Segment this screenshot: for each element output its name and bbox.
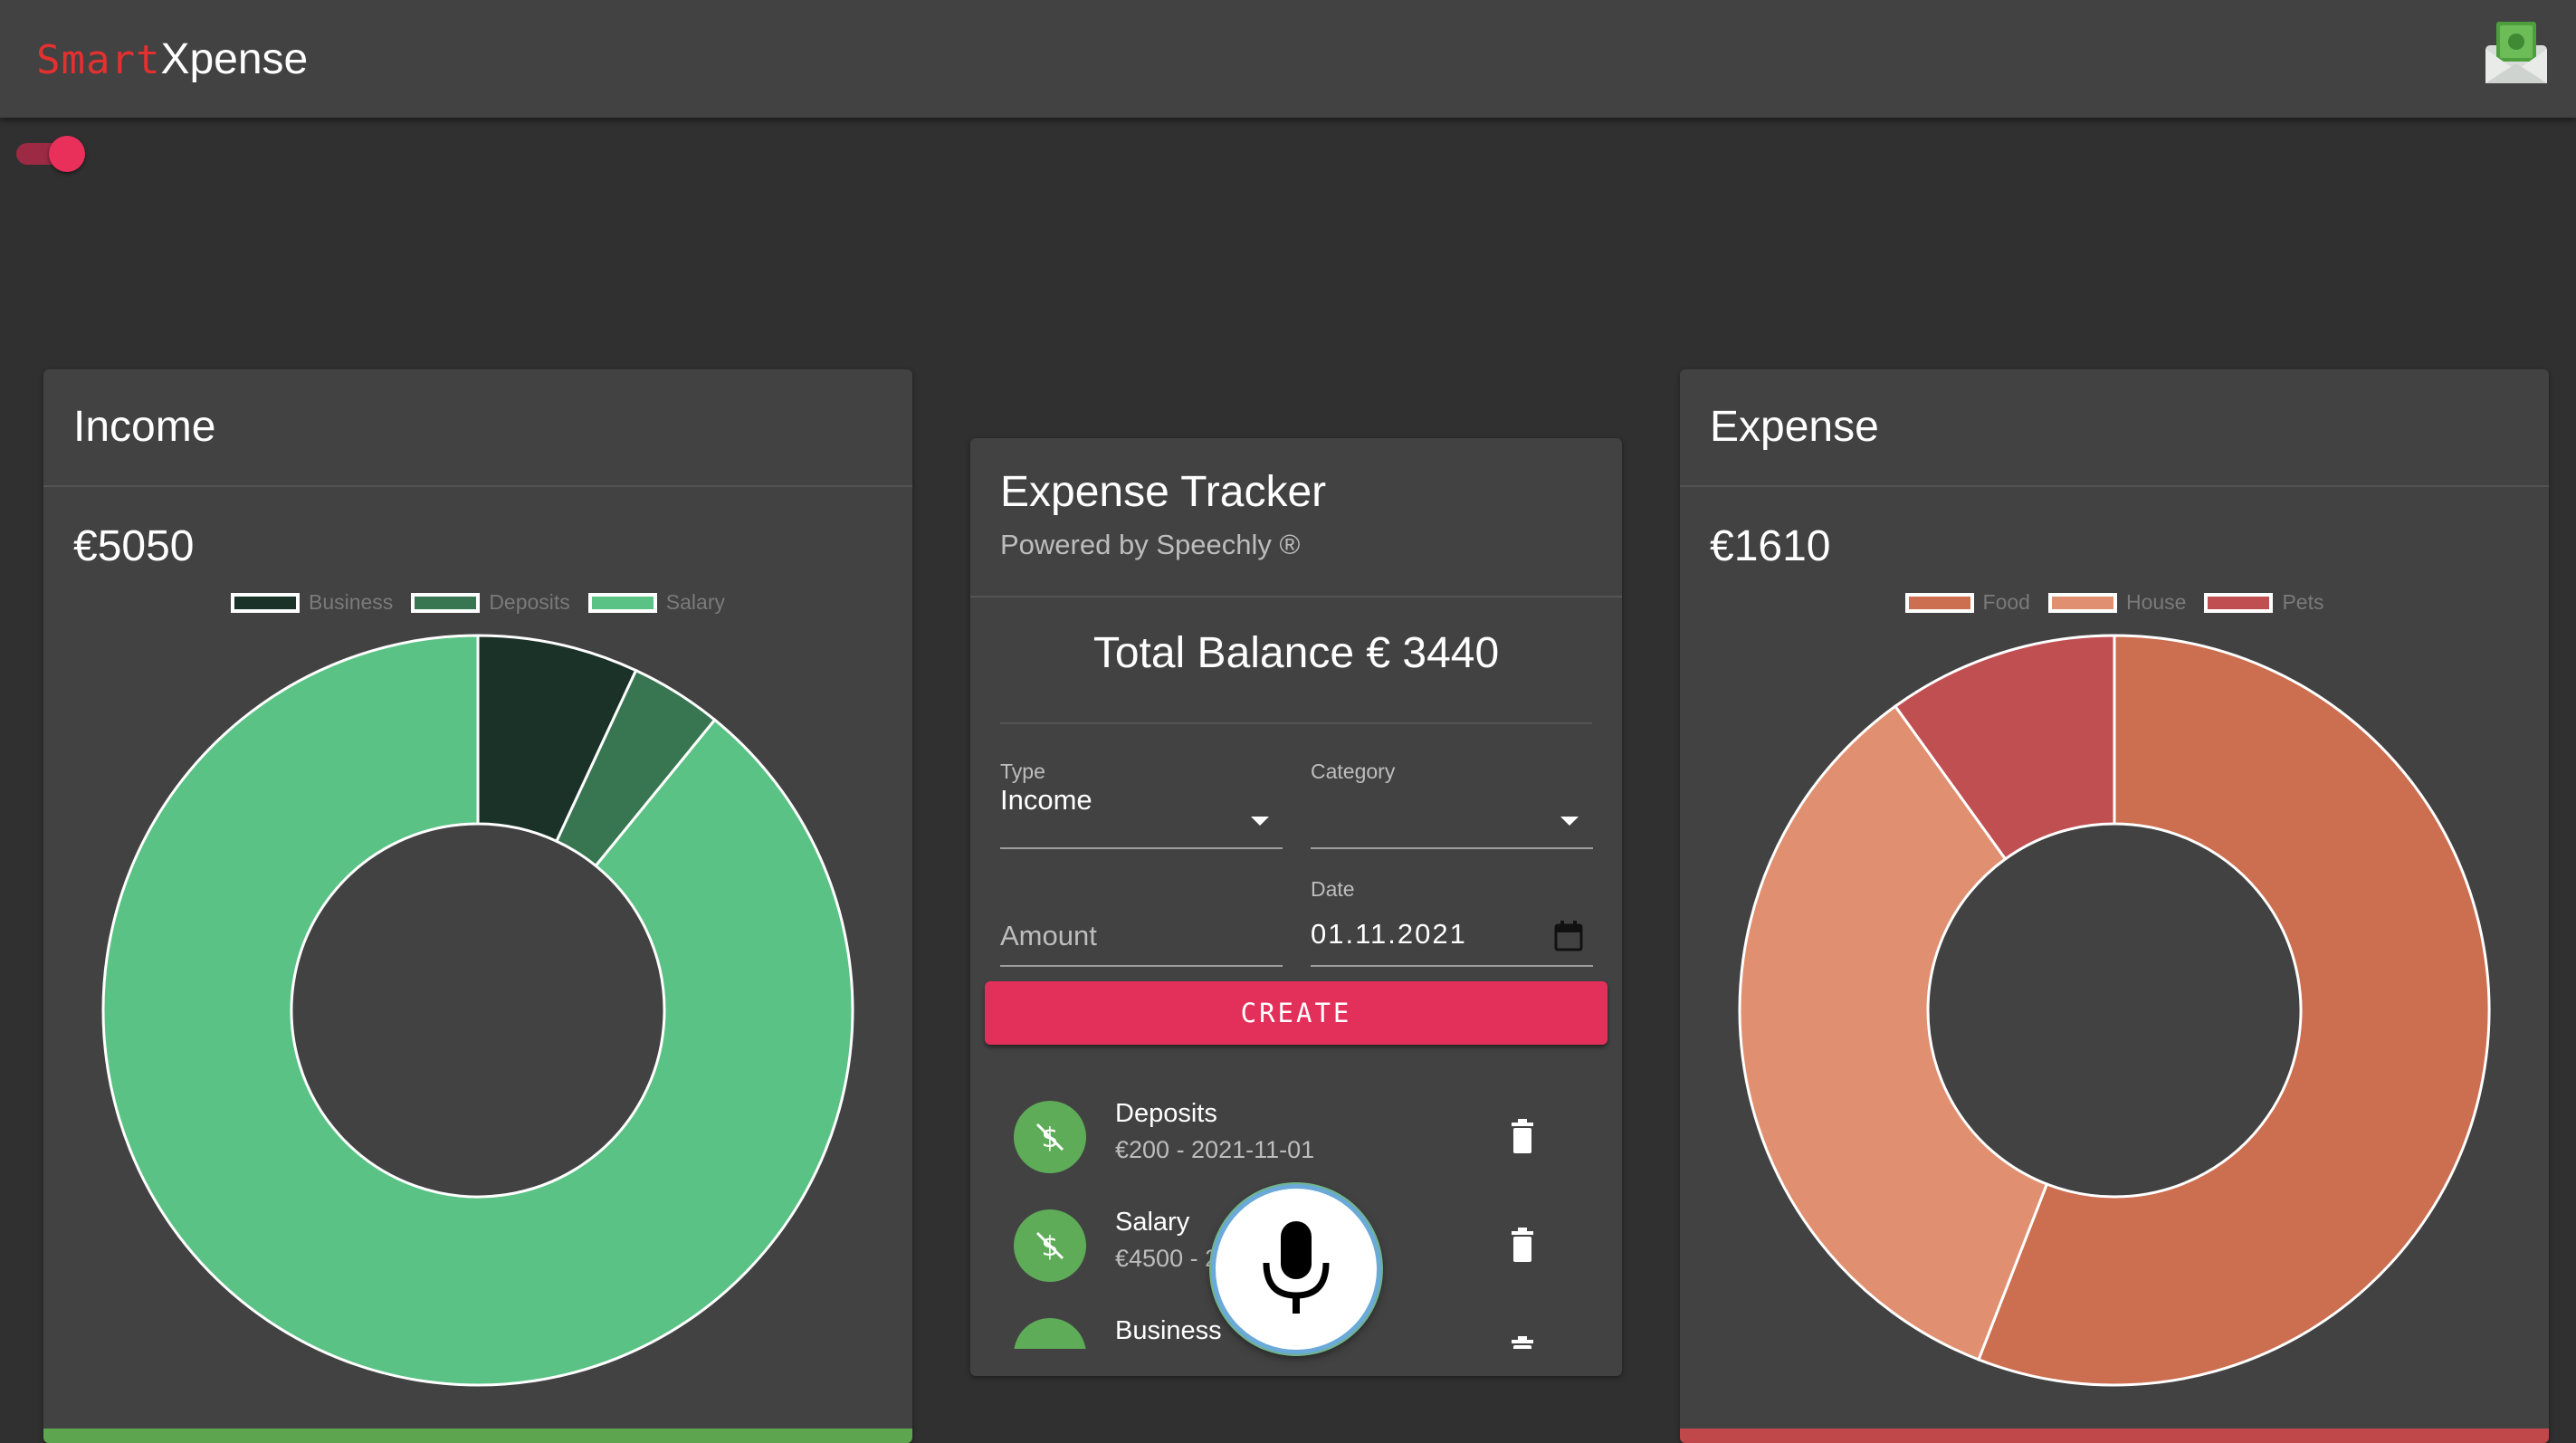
microphone-button[interactable] [1211, 1184, 1381, 1354]
expense-card-header: Expense [1680, 369, 2549, 487]
category-underline [1311, 847, 1593, 849]
trash-icon[interactable] [1510, 1119, 1535, 1155]
legend-label: Deposits [489, 590, 570, 614]
date-label: Date [1311, 877, 1355, 901]
app-bar: SmartXpense [0, 0, 2576, 118]
app-logo[interactable]: SmartXpense [36, 33, 308, 88]
legend-swatch [1904, 592, 1974, 613]
create-button[interactable]: CREATE [985, 981, 1608, 1045]
legend-swatch [230, 592, 300, 613]
transaction-name: Deposits [1115, 1099, 1217, 1128]
date-value: 01.11.2021 [1311, 918, 1467, 950]
logo-xpense: Xpense [160, 35, 309, 83]
legend-swatch [2047, 592, 2117, 613]
income-legend-item-deposits[interactable]: Deposits [411, 590, 570, 615]
income-card-header: Income [43, 369, 912, 487]
amount-underline [1000, 965, 1283, 967]
expense-total: €1610 [1710, 522, 1831, 570]
list-item[interactable]: $ Deposits €200 - 2021-11-01 [970, 1090, 1622, 1199]
chevron-down-icon [1560, 817, 1579, 826]
transaction-detail: €200 - 2021-11-01 [1115, 1136, 1315, 1163]
expense-bottom-bar [1680, 1429, 2549, 1443]
category-label: Category [1311, 760, 1396, 783]
income-legend-item-salary[interactable]: Salary [587, 590, 725, 615]
avatar [1014, 1318, 1086, 1349]
expense-donut-chart [1738, 634, 2491, 1387]
money-envelope-icon [2482, 18, 2551, 87]
income-legend: Business Deposits Salary [43, 590, 912, 615]
income-total: €5050 [73, 522, 195, 570]
expense-legend-item-food[interactable]: Food [1904, 590, 2030, 615]
total-balance: Total Balance € 3440 [1092, 629, 1500, 677]
legend-label: House [2125, 590, 2187, 614]
expense-legend-item-house[interactable]: House [2047, 590, 2187, 615]
date-underline [1311, 965, 1593, 967]
trash-icon[interactable] [1510, 1336, 1535, 1349]
type-underline [1000, 847, 1283, 849]
tracker-title: Expense Tracker [1000, 468, 1327, 516]
transaction-name: Salary [1115, 1208, 1190, 1237]
money-off-icon: $ [1035, 1231, 1064, 1263]
income-bottom-bar [43, 1429, 912, 1443]
toggle-thumb [49, 136, 85, 172]
income-card: Income €5050 Business Deposits Salary [43, 369, 912, 1443]
avatar: $ [1014, 1101, 1086, 1173]
trash-icon[interactable] [1510, 1228, 1535, 1264]
tracker-subtitle: Powered by Speechly ® [1000, 529, 1301, 560]
type-value: Income [1000, 784, 1092, 816]
expense-legend: Food House Pets [1680, 590, 2549, 615]
logo-smart: Smart [36, 37, 161, 83]
legend-label: Food [1982, 590, 2030, 614]
expense-title: Expense [1710, 403, 1879, 451]
transaction-name: Business [1115, 1316, 1222, 1345]
chevron-down-icon [1251, 817, 1269, 826]
tracker-header-divider [970, 596, 1622, 597]
theme-toggle[interactable] [13, 134, 85, 172]
expense-legend-item-pets[interactable]: Pets [2204, 590, 2323, 615]
money-off-icon: $ [1035, 1123, 1064, 1154]
type-label: Type [1000, 760, 1045, 783]
amount-placeholder: Amount [1000, 920, 1097, 951]
legend-swatch [2204, 592, 2274, 613]
microphone-icon [1263, 1221, 1330, 1314]
income-title: Income [73, 403, 216, 451]
income-legend-item-business[interactable]: Business [230, 590, 394, 615]
legend-swatch [587, 592, 657, 613]
balance-divider [1000, 722, 1592, 724]
legend-label: Pets [2282, 590, 2324, 614]
legend-label: Salary [665, 590, 725, 614]
legend-label: Business [308, 590, 394, 614]
expense-card: Expense €1610 Food House Pets [1680, 369, 2549, 1443]
calendar-icon[interactable] [1553, 920, 1584, 952]
income-donut-chart [101, 634, 854, 1387]
avatar: $ [1014, 1209, 1086, 1282]
income-slice-salary[interactable] [101, 634, 854, 1387]
legend-swatch [411, 592, 481, 613]
